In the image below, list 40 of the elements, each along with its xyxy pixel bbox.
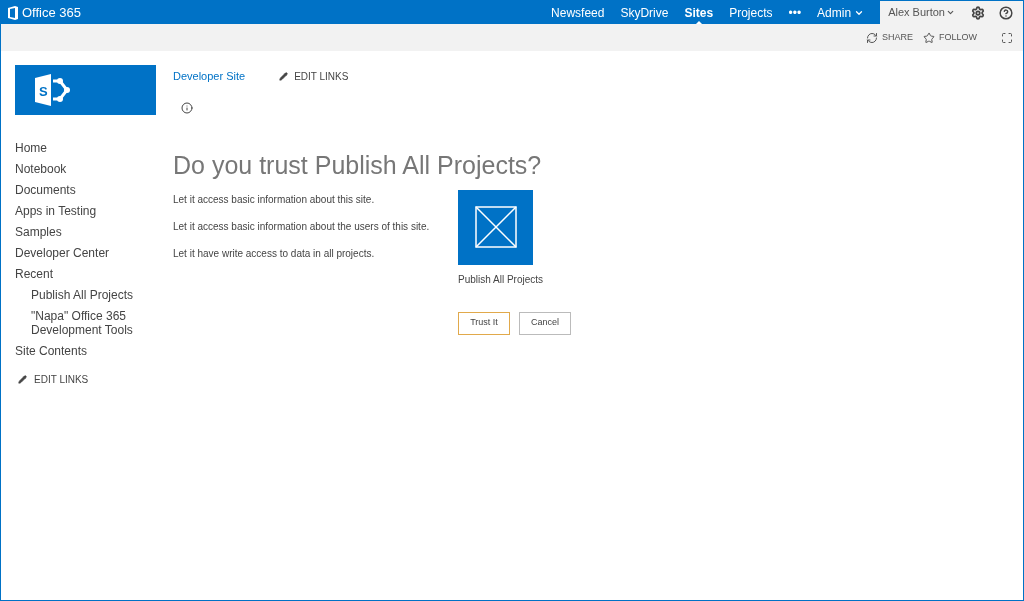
focus-icon[interactable] xyxy=(1001,31,1013,44)
nav-link[interactable]: Publish All Projects xyxy=(15,288,155,302)
dialog-title: Do you trust Publish All Projects? xyxy=(173,149,543,180)
nav-link[interactable]: Developer Center xyxy=(15,246,158,260)
nav-link[interactable]: Documents xyxy=(15,183,158,197)
info-icon[interactable] xyxy=(181,101,193,114)
nav-link[interactable]: "Napa" Office 365 Development Tools xyxy=(15,309,155,337)
permission-text: Let it have write access to data in all projects. xyxy=(173,247,376,260)
settings-icon[interactable] xyxy=(971,5,985,20)
nav-link[interactable]: Site Contents xyxy=(15,344,158,358)
nav-link[interactable]: Apps in Testing xyxy=(15,204,158,218)
permission-text: Let it access basic information about the users of this site. xyxy=(173,220,431,233)
nav-link[interactable]: Notebook xyxy=(15,162,158,176)
cancel-button[interactable]: Cancel xyxy=(519,311,571,335)
share-icon xyxy=(865,31,878,44)
nav-link[interactable]: Home xyxy=(15,141,158,155)
help-icon[interactable] xyxy=(999,5,1013,20)
share-link[interactable]: SHARE xyxy=(865,30,913,45)
top-nav-link[interactable]: Admin xyxy=(809,1,873,24)
nav-link[interactable]: Recent xyxy=(15,267,158,281)
office-logo-icon xyxy=(7,5,19,20)
top-nav-link[interactable]: ••• xyxy=(780,1,810,24)
placeholder-image-icon xyxy=(474,206,517,248)
top-nav-link[interactable]: Newsfeed xyxy=(543,1,613,24)
trust-button[interactable]: Trust It xyxy=(458,311,510,335)
follow-link[interactable]: FOLLOW xyxy=(923,30,977,45)
star-icon xyxy=(923,31,935,44)
nav-link[interactable]: Samples xyxy=(15,225,158,239)
app-name: Publish All Projects xyxy=(458,272,545,287)
pencil-icon xyxy=(18,375,27,384)
top-nav-link[interactable]: Projects xyxy=(721,1,781,24)
site-link[interactable]: Developer Site xyxy=(173,68,246,85)
top-nav-link[interactable]: SkyDrive xyxy=(612,1,677,24)
caret-icon xyxy=(946,8,955,17)
edit-links-link[interactable]: EDIT LINKS xyxy=(15,372,158,387)
edit-links-link[interactable]: EDIT LINKS xyxy=(279,68,349,84)
user-menu[interactable]: Alex Burton xyxy=(880,1,963,24)
permission-text: Let it access basic information about this site. xyxy=(173,193,376,206)
pencil-icon xyxy=(279,71,289,81)
brand-name: Office 365 xyxy=(22,3,82,22)
